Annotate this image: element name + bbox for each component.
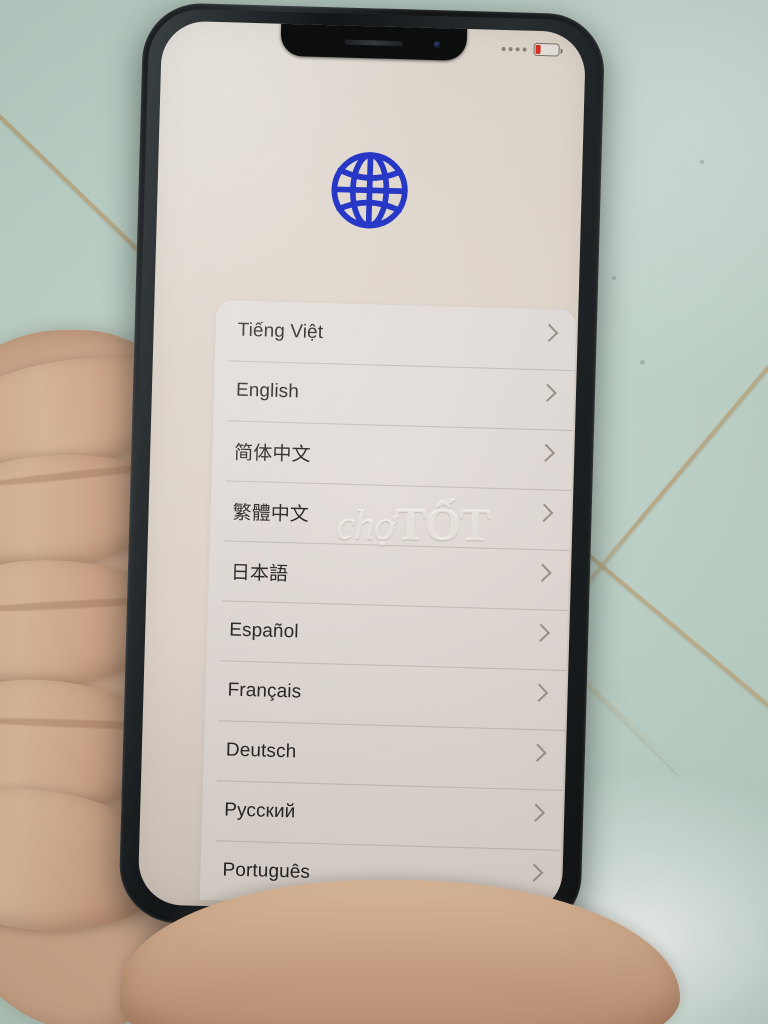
status-bar [501,42,560,57]
chevron-right-icon [538,383,557,402]
language-list-item[interactable]: Français [205,660,567,730]
globe-icon-container [156,140,582,240]
language-list: Tiếng Việt English 简体中文繁體中文日本語 Español Franç… [199,300,577,910]
smartphone: chợTỐT Tiếng Việt English 简体中文 繁體中文 日本語 Españ… [118,1,606,935]
language-label: Tiếng Việt [237,319,324,344]
display-notch [280,21,468,61]
chevron-right-icon [524,862,544,882]
chevron-right-icon [529,683,549,702]
chevron-right-icon [540,323,559,342]
language-label: Deutsch [225,739,297,763]
photo-scene: chợTỐT Tiếng Việt English 简体中文 繁體中文 日本語 Españ… [0,0,768,1024]
language-label: Français [227,679,302,703]
chevron-right-icon [531,623,551,642]
signal-dots-icon [501,46,527,52]
language-label: English [235,379,300,403]
language-label: Русский [223,799,296,823]
language-label: 日本語 [230,562,289,585]
phone-screen: chợTỐT Tiếng Việt English 简体中文 繁體中文 日本語 Españ… [137,20,587,916]
language-list-item[interactable]: 日本語 [208,540,570,610]
language-label: 繁體中文 [232,502,310,526]
language-list-item[interactable]: 繁體中文 [210,480,572,550]
language-list-item[interactable]: English [213,360,575,430]
language-list-item[interactable]: Tiếng Việt [215,300,577,370]
battery-icon [533,42,560,57]
language-list-item[interactable]: Español [206,600,568,670]
globe-icon [331,152,408,229]
chevron-right-icon [526,802,545,822]
language-label: Español [228,619,299,643]
front-camera-icon [433,41,441,49]
language-list-item[interactable]: Deutsch [203,720,565,790]
speaker-grille-icon [344,39,403,47]
language-list-item[interactable]: Русский [201,780,563,850]
chevron-right-icon [528,743,547,762]
battery-level-fill [535,45,542,54]
language-list-item[interactable]: 简体中文 [211,420,573,490]
language-label: 简体中文 [233,442,311,466]
